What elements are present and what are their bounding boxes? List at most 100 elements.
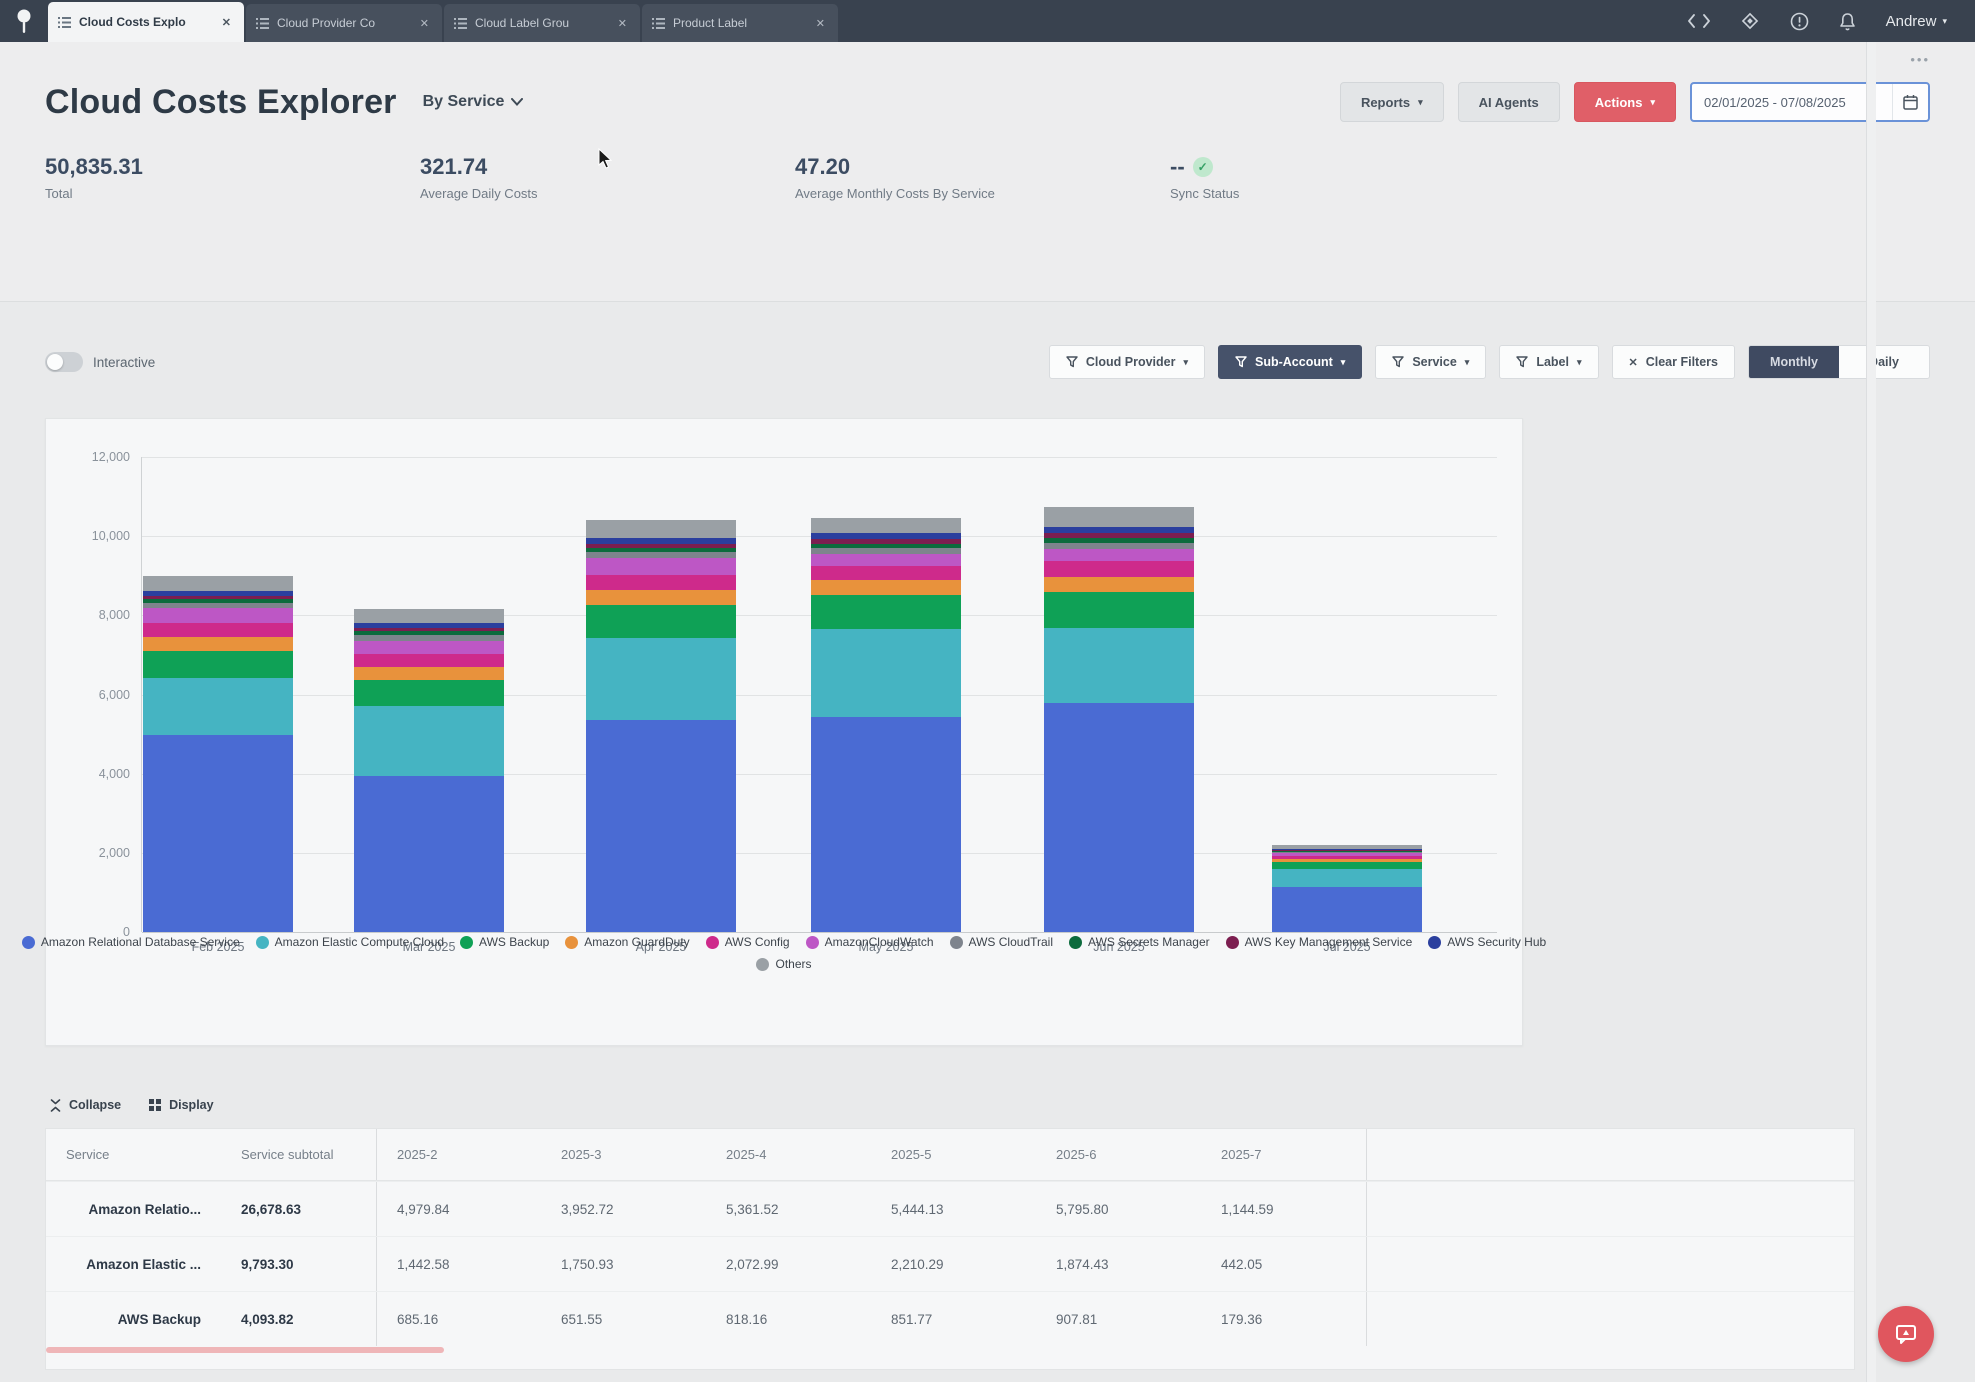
column-header[interactable]: 2025-7 bbox=[1201, 1147, 1366, 1162]
segment-amazon-guardduty[interactable] bbox=[586, 590, 736, 605]
legend-item-aws-secrets-manager[interactable]: AWS Secrets Manager bbox=[1069, 935, 1210, 949]
filter-label[interactable]: Label▾ bbox=[1499, 345, 1598, 379]
legend-item-aws-key-management-service[interactable]: AWS Key Management Service bbox=[1226, 935, 1413, 949]
tab-cloud-label-grou[interactable]: Cloud Label Grou✕ bbox=[444, 4, 640, 42]
bar-may-2025[interactable] bbox=[811, 518, 961, 932]
clear-filters-button[interactable]: ✕ Clear Filters bbox=[1612, 345, 1735, 379]
segment-amazoncloudwatch[interactable] bbox=[354, 641, 504, 655]
table-row[interactable]: Amazon Elastic ...9,793.301,442.581,750.… bbox=[46, 1236, 1854, 1291]
segment-amazoncloudwatch[interactable] bbox=[1044, 549, 1194, 561]
segment-amazoncloudwatch[interactable] bbox=[811, 554, 961, 566]
column-header[interactable]: 2025-6 bbox=[1036, 1147, 1201, 1162]
bar-jul-2025[interactable] bbox=[1272, 845, 1422, 932]
segment-amazon-relational-database-service[interactable] bbox=[1044, 703, 1194, 932]
close-icon[interactable]: ✕ bbox=[219, 14, 234, 31]
column-header[interactable]: 2025-2 bbox=[376, 1129, 541, 1180]
segment-amazon-elastic-compute-cloud[interactable] bbox=[354, 706, 504, 775]
column-header[interactable]: 2025-5 bbox=[871, 1147, 1036, 1162]
bell-icon[interactable] bbox=[1839, 12, 1856, 31]
segment-amazoncloudwatch[interactable] bbox=[143, 608, 293, 624]
legend-item-amazon-guardduty[interactable]: Amazon GuardDuty bbox=[565, 935, 689, 949]
table-row[interactable]: Amazon Relatio...26,678.634,979.843,952.… bbox=[46, 1181, 1854, 1236]
app-logo-icon[interactable] bbox=[0, 0, 48, 42]
segment-aws-config[interactable] bbox=[1044, 561, 1194, 576]
segment-amazon-elastic-compute-cloud[interactable] bbox=[811, 629, 961, 716]
column-header[interactable]: Service subtotal bbox=[221, 1147, 376, 1162]
calendar-icon[interactable] bbox=[1892, 84, 1928, 120]
tab-cloud-costs-explo[interactable]: Cloud Costs Explo✕ bbox=[48, 2, 244, 42]
legend-item-amazoncloudwatch[interactable]: AmazonCloudWatch bbox=[806, 935, 934, 949]
segment-amazon-relational-database-service[interactable] bbox=[586, 720, 736, 932]
table-row[interactable]: AWS Backup4,093.82685.16651.55818.16851.… bbox=[46, 1291, 1854, 1346]
column-header[interactable]: 2025-3 bbox=[541, 1147, 706, 1162]
segment-aws-backup[interactable] bbox=[354, 680, 504, 706]
legend-item-others[interactable]: Others bbox=[756, 957, 811, 971]
diamond-icon[interactable] bbox=[1740, 11, 1760, 31]
more-options-button[interactable]: ••• bbox=[45, 52, 1930, 74]
tab-cloud-provider-co[interactable]: Cloud Provider Co✕ bbox=[246, 4, 442, 42]
close-icon[interactable]: ✕ bbox=[615, 15, 630, 32]
bar-jun-2025[interactable] bbox=[1044, 507, 1194, 932]
segment-amazon-elastic-compute-cloud[interactable] bbox=[1044, 628, 1194, 702]
interactive-toggle[interactable] bbox=[45, 352, 83, 372]
column-header[interactable]: Service bbox=[46, 1147, 221, 1162]
chat-fab-button[interactable] bbox=[1878, 1306, 1934, 1362]
legend-item-aws-cloudtrail[interactable]: AWS CloudTrail bbox=[950, 935, 1053, 949]
close-icon[interactable]: ✕ bbox=[417, 15, 432, 32]
horizontal-scrollbar[interactable] bbox=[46, 1347, 444, 1353]
collapse-button[interactable]: Collapse bbox=[50, 1098, 121, 1112]
legend-item-aws-backup[interactable]: AWS Backup bbox=[460, 935, 549, 949]
segment-others[interactable] bbox=[143, 576, 293, 591]
close-icon[interactable]: ✕ bbox=[813, 15, 828, 32]
alert-circle-icon[interactable] bbox=[1790, 12, 1809, 31]
segment-aws-config[interactable] bbox=[586, 575, 736, 590]
monthly-tab[interactable]: Monthly bbox=[1749, 346, 1839, 378]
segment-others[interactable] bbox=[1044, 507, 1194, 527]
segment-aws-config[interactable] bbox=[143, 623, 293, 637]
segment-amazon-elastic-compute-cloud[interactable] bbox=[586, 638, 736, 720]
code-icon[interactable] bbox=[1688, 14, 1710, 28]
segment-amazon-elastic-compute-cloud[interactable] bbox=[143, 678, 293, 735]
legend-item-amazon-elastic-compute-cloud[interactable]: Amazon Elastic Compute Cloud bbox=[256, 935, 444, 949]
segment-aws-backup[interactable] bbox=[811, 595, 961, 629]
column-header[interactable]: 2025-4 bbox=[706, 1147, 871, 1162]
filter-cloud-provider[interactable]: Cloud Provider▾ bbox=[1049, 345, 1205, 379]
segment-others[interactable] bbox=[354, 609, 504, 623]
filter-sub-account[interactable]: Sub-Account▾ bbox=[1218, 345, 1362, 379]
tab-product-label[interactable]: Product Label✕ bbox=[642, 4, 838, 42]
display-button[interactable]: Display bbox=[149, 1098, 213, 1112]
segment-others[interactable] bbox=[811, 518, 961, 533]
group-by-selector[interactable]: By Service bbox=[423, 93, 524, 111]
bar-apr-2025[interactable] bbox=[586, 520, 736, 932]
segment-amazoncloudwatch[interactable] bbox=[586, 558, 736, 575]
filter-service[interactable]: Service▾ bbox=[1375, 345, 1486, 379]
stacked-bar-chart[interactable]: 02,0004,0006,0008,00010,00012,000Feb 202… bbox=[141, 457, 1497, 932]
legend-item-aws-security-hub[interactable]: AWS Security Hub bbox=[1428, 935, 1546, 949]
segment-aws-backup[interactable] bbox=[586, 605, 736, 637]
segment-amazon-guardduty[interactable] bbox=[1044, 577, 1194, 593]
user-menu[interactable]: Andrew ▾ bbox=[1886, 13, 1947, 30]
legend-item-aws-config[interactable]: AWS Config bbox=[706, 935, 790, 949]
bar-feb-2025[interactable] bbox=[143, 576, 293, 932]
segment-aws-backup[interactable] bbox=[1044, 592, 1194, 628]
segment-amazon-relational-database-service[interactable] bbox=[143, 735, 293, 932]
segment-aws-backup[interactable] bbox=[143, 651, 293, 678]
date-range-input[interactable]: 02/01/2025 - 07/08/2025 bbox=[1690, 82, 1930, 122]
daily-tab[interactable]: Daily bbox=[1839, 346, 1929, 378]
segment-amazon-relational-database-service[interactable] bbox=[811, 717, 961, 932]
segment-amazon-relational-database-service[interactable] bbox=[354, 776, 504, 932]
segment-aws-backup[interactable] bbox=[1272, 862, 1422, 869]
segment-aws-config[interactable] bbox=[354, 654, 504, 667]
legend-item-amazon-relational-database-service[interactable]: Amazon Relational Database Service bbox=[22, 935, 240, 949]
segment-aws-config[interactable] bbox=[811, 566, 961, 581]
reports-button[interactable]: Reports▾ bbox=[1340, 82, 1444, 122]
ai-agents-button[interactable]: AI Agents bbox=[1458, 82, 1560, 122]
bar-mar-2025[interactable] bbox=[354, 609, 504, 932]
segment-amazon-relational-database-service[interactable] bbox=[1272, 887, 1422, 932]
actions-button[interactable]: Actions▾ bbox=[1574, 82, 1676, 122]
segment-amazon-guardduty[interactable] bbox=[143, 637, 293, 650]
vertical-scrollbar[interactable] bbox=[1866, 42, 1876, 1382]
segment-amazon-guardduty[interactable] bbox=[811, 580, 961, 595]
segment-amazon-guardduty[interactable] bbox=[354, 667, 504, 680]
segment-others[interactable] bbox=[586, 520, 736, 537]
